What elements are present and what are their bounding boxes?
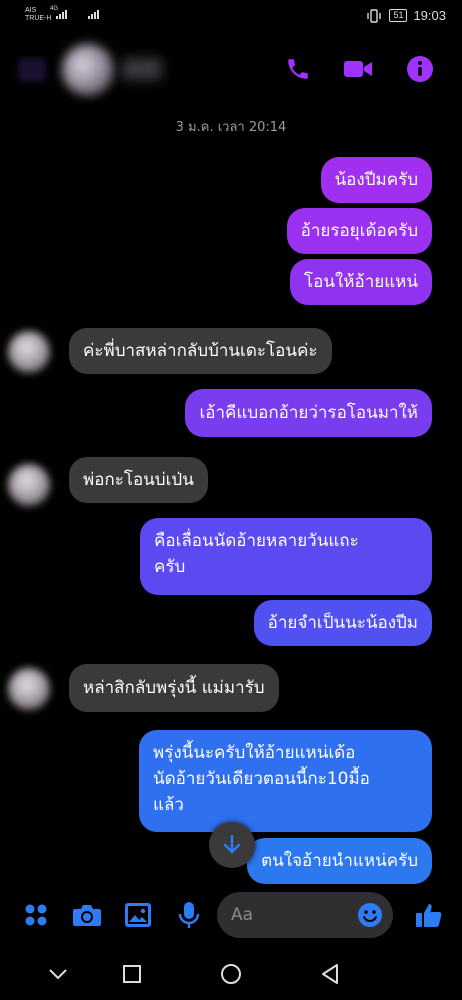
received-message[interactable]: พ่อกะโอนบ่เป่น [69,457,208,503]
system-navigation-bar [0,946,462,1000]
message-text: ตนใจอ้ายนำแหน่ครับ [261,851,418,871]
signal-icon-2 [88,10,99,19]
scroll-to-bottom-button[interactable] [209,822,255,868]
clock: 19:03 [413,8,446,23]
apps-icon[interactable] [21,900,51,930]
message-text-line: นัดอ้ายวันเดียวตอนนี้กะ10มื้อ [153,769,370,789]
info-icon[interactable] [405,54,435,84]
carrier-label: AIS TRUE-H [25,7,52,22]
contact-name[interactable] [122,58,162,80]
message-text-line: ครับ [154,557,186,577]
status-right: 51 19:03 [365,8,446,23]
signal-icon [56,10,67,19]
message-timestamp: 3 ม.ค. เวลา 20:14 [175,120,287,135]
recents-nav-icon[interactable] [120,962,144,986]
message-input[interactable]: Aa [217,892,393,938]
contact-avatar[interactable] [62,44,114,96]
message-text: อ้ายจำเป็นนะน้องปีม [267,613,418,633]
sent-message[interactable]: น้องปีมครับ [320,157,432,203]
contact-avatar-small[interactable] [8,331,50,373]
sent-message[interactable]: ตนใจอ้ายนำแหน่ครับ [247,838,432,884]
message-text-line: แล้ว [153,795,184,815]
battery-indicator: 51 [389,9,408,22]
vibrate-icon [367,8,382,23]
sent-message[interactable]: อ้ายจำเป็นนะน้องปีม [253,600,432,646]
received-message[interactable]: ค่ะพี่บาสหล่ากลับบ้านเดะโอนค่ะ [69,328,332,374]
message-text-line: พรุ่งนี้นะครับให้อ้ายแหน่เด้อ [153,743,356,763]
like-icon[interactable] [414,900,444,930]
message-text: ค่ะพี่บาสหล่ากลับบ้านเดะโอนค่ะ [83,341,318,361]
contact-avatar-small[interactable] [8,464,50,506]
emoji-icon[interactable] [357,902,383,928]
message-text: พ่อกะโอนบ่เป่น [83,470,194,490]
sent-message[interactable]: เอ้าคีแบอกอ้ายว่ารอโอนมาให้ [185,389,432,437]
sent-message[interactable]: อ้ายรอยุเด้อครับ [286,208,432,254]
message-text-line: คือเลื่อนนัดอ้ายหลายวันแถะ [154,531,359,551]
microphone-icon[interactable] [174,900,204,930]
status-bar: AIS TRUE-H 4G 51 19:03 [0,0,462,34]
received-message[interactable]: หล่าสิกลับพรุ่งนี้ แม่มารับ [69,664,279,712]
phone-icon[interactable] [283,54,313,84]
camera-icon[interactable] [72,900,102,930]
composer-bar: Aa [0,884,462,946]
contact-avatar-small[interactable] [8,668,50,710]
video-camera-icon[interactable] [343,54,373,84]
message-text: หล่าสิกลับพรุ่งนี้ แม่มารับ [83,678,265,698]
gallery-icon[interactable] [123,900,153,930]
back-button[interactable] [18,58,46,82]
message-text: น้องปีมครับ [334,170,418,190]
back-nav-icon[interactable] [318,962,342,986]
sent-message[interactable]: คือเลื่อนนัดอ้ายหลายวันแถะ ครับ [140,518,432,595]
sent-message[interactable]: พรุ่งนี้นะครับให้อ้ายแหน่เด้อ นัดอ้ายวัน… [139,730,432,832]
message-text: โอนให้อ้ายแหน่ [304,272,418,292]
message-text: อ้ายรอยุเด้อครับ [300,221,418,241]
home-nav-icon[interactable] [219,962,243,986]
down-nav-icon[interactable] [46,962,70,986]
arrow-down-icon [223,834,241,854]
message-input-placeholder: Aa [231,905,254,925]
message-text: เอ้าคีแบอกอ้ายว่ารอโอนมาให้ [199,403,418,423]
sent-message[interactable]: โอนให้อ้ายแหน่ [290,259,432,305]
chat-header [0,40,462,98]
